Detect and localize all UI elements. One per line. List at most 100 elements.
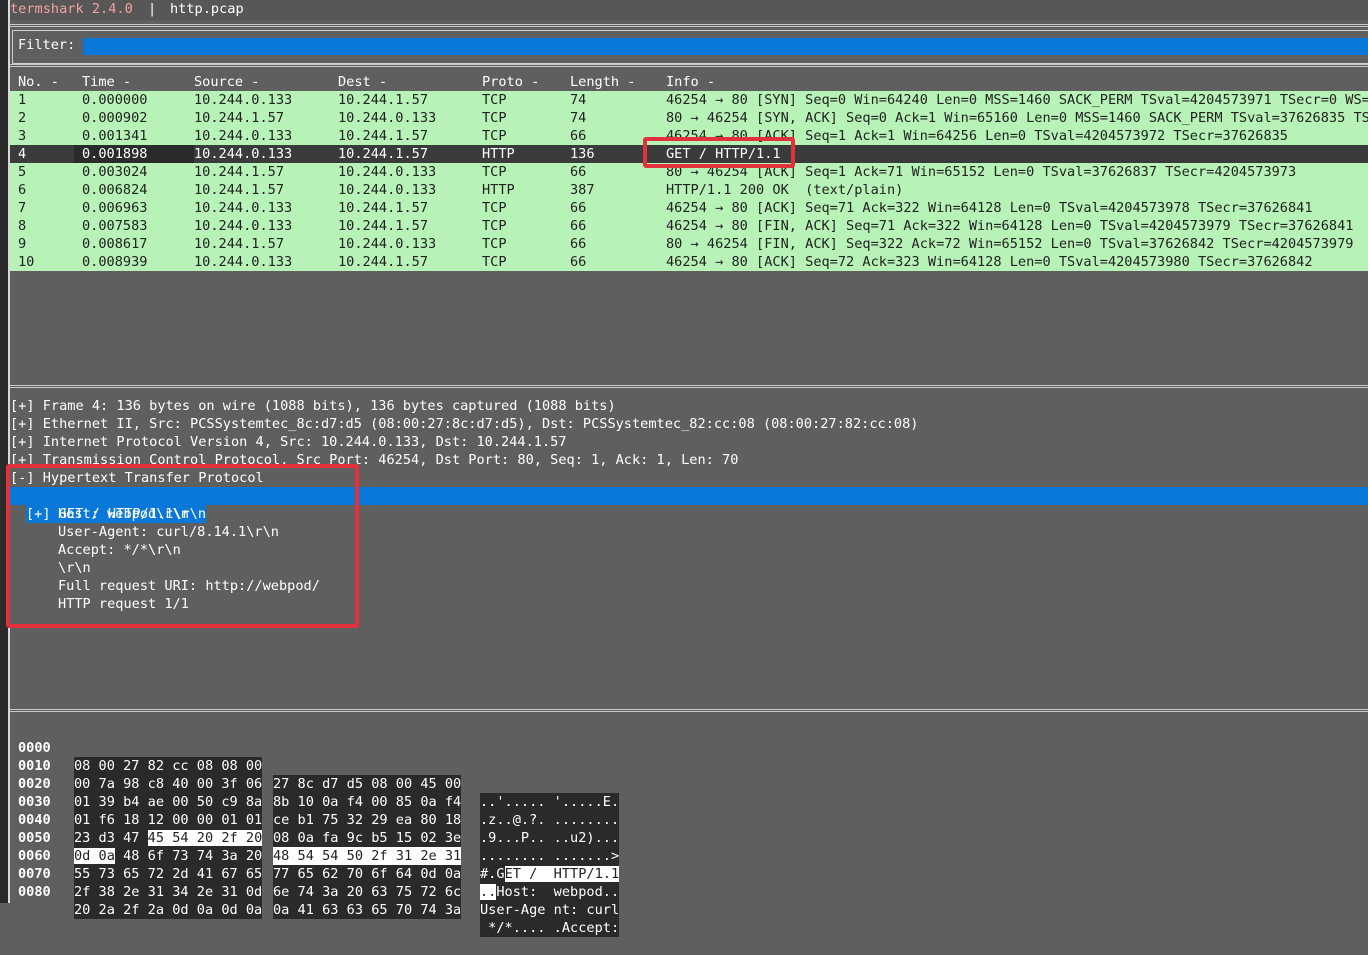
packet-length: 66 bbox=[570, 164, 587, 180]
packet-length: 136 bbox=[570, 146, 595, 162]
column-time[interactable]: Time - bbox=[82, 73, 131, 91]
packet-time: 0.000000 bbox=[82, 92, 148, 108]
packet-dest: 10.244.1.57 bbox=[338, 254, 429, 270]
packet-source: 10.244.0.133 bbox=[194, 254, 293, 270]
packet-no: 10 bbox=[18, 254, 35, 270]
column-length[interactable]: Length - bbox=[570, 73, 635, 91]
hex-bytes-plain: 48 6f 73 74 3a 20 bbox=[114, 848, 263, 864]
packet-proto: HTTP bbox=[482, 182, 515, 198]
packet-source: 10.244.1.57 bbox=[194, 236, 285, 252]
hex-offset: 0080 bbox=[18, 884, 51, 900]
packet-time: 0.003024 bbox=[82, 164, 148, 180]
hex-bytes-highlight: 0d 0a bbox=[74, 848, 115, 864]
hex-ascii: ..Host: webpod.. bbox=[480, 883, 620, 901]
packet-time: 0.006824 bbox=[82, 182, 148, 198]
packet-dest: 10.244.1.57 bbox=[338, 92, 429, 108]
column-info[interactable]: Info - bbox=[666, 73, 715, 91]
hex-ascii-plain: #.G bbox=[480, 866, 505, 882]
packet-row[interactable]: 2 0.000902 10.244.1.57 10.244.0.133 TCP … bbox=[10, 109, 1368, 127]
packet-info: HTTP/1.1 200 OK (text/plain) bbox=[666, 182, 904, 198]
packet-info: 46254 → 80 [SYN] Seq=0 Win=64240 Len=0 M… bbox=[666, 92, 1368, 108]
hex-row[interactable]: 0040 23 d3 47 45 54 20 2f 20 48 54 54 50… bbox=[18, 793, 620, 883]
packet-row[interactable]: 7 0.006963 10.244.0.133 10.244.1.57 TCP … bbox=[10, 199, 1368, 217]
packet-proto: TCP bbox=[482, 164, 507, 180]
packet-time: 0.008617 bbox=[82, 236, 148, 252]
packet-no: 5 bbox=[18, 164, 27, 180]
hex-bytes: 0d 0a 48 6f 73 74 3a 20 bbox=[74, 847, 263, 865]
packet-proto: TCP bbox=[482, 218, 507, 234]
packet-dest: 10.244.0.133 bbox=[338, 182, 437, 198]
hex-bytes-plain: 23 d3 47 bbox=[74, 830, 148, 846]
hex-row[interactable]: 0080 20 2a 2f 2a 0d 0a 0d 0a */*.... bbox=[18, 865, 546, 937]
packet-source: 10.244.1.57 bbox=[194, 182, 285, 198]
packet-dest: 10.244.0.133 bbox=[338, 110, 437, 126]
hex-ascii: .9...P.. ..u2)... bbox=[480, 829, 620, 847]
column-proto[interactable]: Proto - bbox=[482, 73, 539, 91]
packet-row[interactable]: 1 0.000000 10.244.0.133 10.244.1.57 TCP … bbox=[10, 91, 1368, 109]
tree-item-ethernet[interactable]: [+] Ethernet II, Src: PCSSystemtec_8c:d7… bbox=[10, 415, 918, 433]
packet-dest: 10.244.0.133 bbox=[338, 236, 437, 252]
packet-dest: 10.244.0.133 bbox=[338, 164, 437, 180]
packet-time: 0.008939 bbox=[82, 254, 148, 270]
packet-time: 0.001341 bbox=[82, 128, 148, 144]
packet-time: 0.001898 bbox=[74, 145, 194, 163]
packet-no: 1 bbox=[18, 92, 27, 108]
hex-bytes: 00 7a 98 c8 40 00 3f 06 bbox=[74, 775, 263, 793]
hex-ascii: User-Age nt: curl bbox=[480, 901, 620, 919]
packet-no: 7 bbox=[18, 200, 27, 216]
packet-source: 10.244.1.57 bbox=[194, 110, 285, 126]
column-source[interactable]: Source - bbox=[194, 73, 259, 91]
packet-info: 80 → 46254 [FIN, ACK] Seq=322 Ack=72 Win… bbox=[666, 236, 1354, 252]
hex-row[interactable]: 0030 01 f6 18 12 00 00 01 01 08 0a fa 9c… bbox=[18, 775, 620, 865]
packet-length: 66 bbox=[570, 128, 587, 144]
hex-row[interactable]: 0070 2f 38 2e 31 34 2e 31 0d 0a 41 63 63… bbox=[18, 847, 620, 937]
packet-source: 10.244.0.133 bbox=[194, 200, 293, 216]
packet-row[interactable]: 10 0.008939 10.244.0.133 10.244.1.57 TCP… bbox=[10, 253, 1368, 271]
packet-proto: HTTP bbox=[482, 146, 515, 162]
hex-row[interactable]: 0050 0d 0a 48 6f 73 74 3a 20 77 65 62 70… bbox=[18, 811, 620, 901]
packet-info: 46254 → 80 [ACK] Seq=71 Ack=322 Win=6412… bbox=[666, 200, 1313, 216]
hex-row[interactable]: 0060 55 73 65 72 2d 41 67 65 6e 74 3a 20… bbox=[18, 829, 620, 919]
hex-ascii: #.GET / HTTP/1.1 bbox=[480, 865, 620, 883]
hex-row[interactable]: 0000 08 00 27 82 cc 08 08 00 27 8c d7 d5… bbox=[18, 721, 620, 811]
hex-row[interactable]: 0010 00 7a 98 c8 40 00 3f 06 8b 10 0a f4… bbox=[18, 739, 620, 829]
packet-list-header: No. - Time - Source - Dest - Proto - Len… bbox=[10, 73, 1368, 91]
hex-ascii-plain: Host: webpod.. bbox=[496, 884, 620, 900]
annotation-box-http bbox=[6, 464, 359, 628]
packet-dest: 10.244.1.57 bbox=[338, 146, 429, 162]
hex-bytes: 8b 10 0a f4 00 85 0a f4 bbox=[273, 793, 462, 811]
hex-bytes: 77 65 62 70 6f 64 0d 0a bbox=[273, 865, 462, 883]
packet-length: 74 bbox=[570, 110, 587, 126]
filter-input[interactable] bbox=[83, 38, 1368, 55]
packet-length: 66 bbox=[570, 254, 587, 270]
packet-row[interactable]: 8 0.007583 10.244.0.133 10.244.1.57 TCP … bbox=[10, 217, 1368, 235]
column-no[interactable]: No. - bbox=[18, 73, 59, 91]
hex-row[interactable]: 0020 01 39 b4 ae 00 50 c9 8a ce b1 75 32… bbox=[18, 757, 620, 847]
title-bar: termshark 2.4.0 | http.pcap bbox=[10, 0, 1368, 20]
annotation-box-info bbox=[643, 137, 795, 168]
packet-no: 6 bbox=[18, 182, 27, 198]
packet-row[interactable]: 9 0.008617 10.244.1.57 10.244.0.133 TCP … bbox=[10, 235, 1368, 253]
hex-ascii: */*.... bbox=[480, 919, 546, 937]
hex-bytes: 6e 74 3a 20 63 75 72 6c bbox=[273, 883, 462, 901]
packet-proto: TCP bbox=[482, 92, 507, 108]
tree-item-ip[interactable]: [+] Internet Protocol Version 4, Src: 10… bbox=[10, 433, 567, 451]
packet-no: 3 bbox=[18, 128, 27, 144]
hex-bytes: 08 0a fa 9c b5 15 02 3e bbox=[273, 829, 462, 847]
packet-length: 66 bbox=[570, 200, 587, 216]
packet-info: 80 → 46254 [SYN, ACK] Seq=0 Ack=1 Win=65… bbox=[666, 110, 1368, 126]
packet-time: 0.006963 bbox=[82, 200, 148, 216]
title-separator: | bbox=[148, 1, 157, 17]
hex-bytes: 01 f6 18 12 00 00 01 01 bbox=[74, 811, 263, 829]
packet-source: 10.244.0.133 bbox=[194, 218, 293, 234]
packet-proto: TCP bbox=[482, 236, 507, 252]
packet-no: 4 bbox=[18, 145, 74, 163]
packet-length: 74 bbox=[570, 92, 587, 108]
hex-bytes: ce b1 75 32 29 ea 80 18 bbox=[273, 811, 462, 829]
tree-item-frame[interactable]: [+] Frame 4: 136 bytes on wire (1088 bit… bbox=[10, 397, 616, 415]
packet-source: 10.244.0.133 bbox=[194, 146, 293, 162]
column-dest[interactable]: Dest - bbox=[338, 73, 387, 91]
packet-row[interactable]: 6 0.006824 10.244.1.57 10.244.0.133 HTTP… bbox=[10, 181, 1368, 199]
hex-bytes: 20 2a 2f 2a 0d 0a 0d 0a bbox=[74, 901, 263, 919]
filter-label: Filter: bbox=[18, 37, 76, 53]
